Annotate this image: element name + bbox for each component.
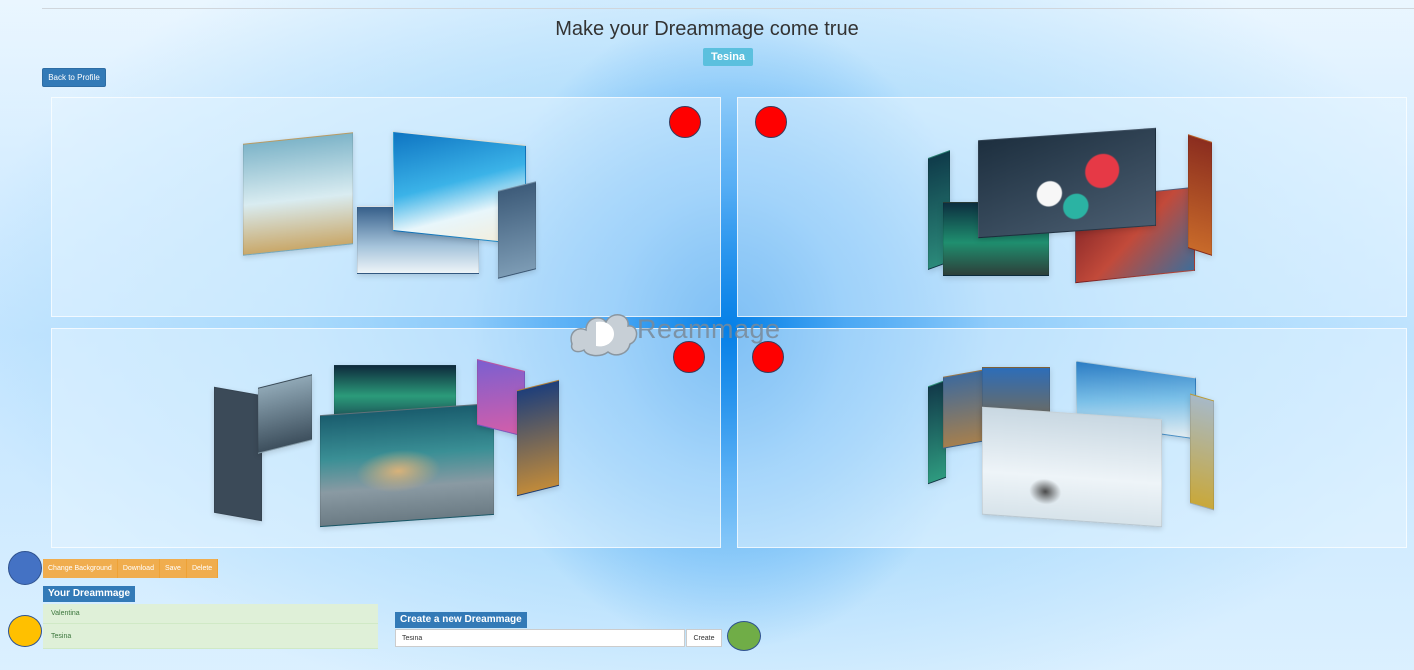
delete-button[interactable]: Delete <box>186 559 219 578</box>
beach-photo <box>243 132 353 256</box>
side-photo <box>498 181 536 279</box>
page-title: Make your Dreammage come true <box>555 18 859 40</box>
dice-photo <box>978 127 1156 239</box>
create-dreammage-heading: Create a new Dreammage <box>395 612 527 628</box>
logo-text: Reammage <box>637 314 781 344</box>
dreammage-list: Valentina Tesina <box>43 604 378 649</box>
side-photo <box>1188 134 1212 256</box>
image-panel-bottom-right[interactable] <box>737 328 1407 548</box>
list-item[interactable]: Valentina <box>43 604 378 624</box>
cave-photo <box>258 374 312 454</box>
hotspot-dot-top-right[interactable] <box>755 106 787 138</box>
list-item[interactable]: Tesina <box>43 624 378 649</box>
side-photo <box>517 379 559 497</box>
dark-panel-photo <box>214 386 262 522</box>
annotation-marker-blue <box>8 551 42 585</box>
snow-forest-photo <box>982 406 1162 528</box>
change-background-button[interactable]: Change Background <box>43 559 118 578</box>
download-button[interactable]: Download <box>117 559 160 578</box>
image-panel-top-right[interactable] <box>737 97 1407 317</box>
dreammage-name-badge: Tesina <box>703 48 754 66</box>
save-button[interactable]: Save <box>159 559 187 578</box>
create-button[interactable]: Create <box>686 629 722 647</box>
cathedral-photo <box>943 369 985 449</box>
annotation-marker-yellow <box>8 615 42 647</box>
annotation-marker-green <box>727 621 761 651</box>
leopard-photo <box>320 402 494 528</box>
dreammage-toolbar: Change Background Download Save Delete <box>43 559 219 578</box>
back-to-profile-button[interactable]: Back to Profile <box>42 68 106 87</box>
image-panel-top-left[interactable] <box>51 97 721 317</box>
top-divider <box>42 8 1414 9</box>
your-dreammage-heading: Your Dreammage <box>43 586 136 602</box>
image-panel-bottom-left[interactable] <box>51 328 721 548</box>
hotspot-dot-top-left[interactable] <box>669 106 701 138</box>
dreammage-name-input[interactable] <box>395 629 685 647</box>
side-photo <box>1190 393 1214 511</box>
